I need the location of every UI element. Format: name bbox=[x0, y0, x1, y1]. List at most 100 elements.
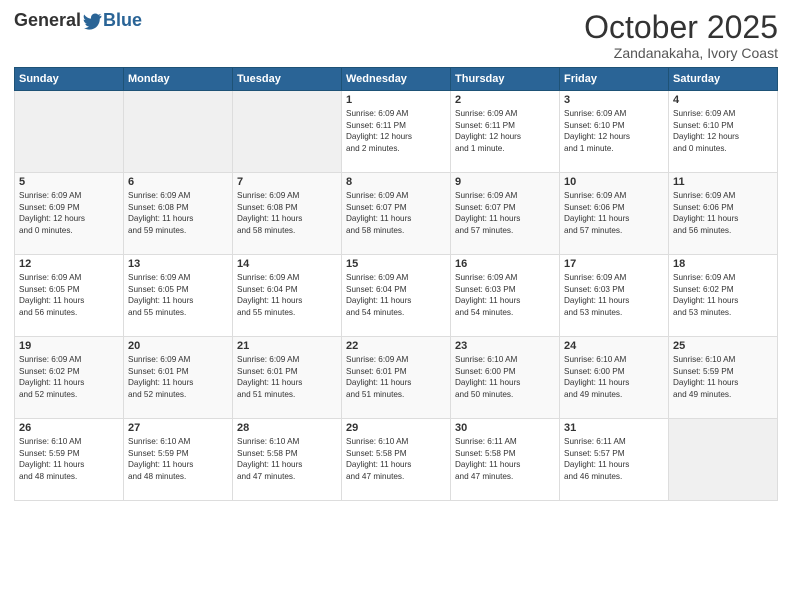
day-number: 18 bbox=[673, 258, 773, 270]
day-info: Sunrise: 6:09 AM Sunset: 6:05 PM Dayligh… bbox=[128, 272, 228, 318]
day-info: Sunrise: 6:09 AM Sunset: 6:09 PM Dayligh… bbox=[19, 190, 119, 236]
calendar-cell: 31Sunrise: 6:11 AM Sunset: 5:57 PM Dayli… bbox=[560, 419, 669, 501]
calendar-cell: 26 Sunrise: 6:10 AM Sunset: 5:59 PM Dayli… bbox=[15, 419, 124, 501]
logo-blue: Blue bbox=[103, 10, 142, 31]
calendar-week-row: 12 Sunrise: 6:09 AM Sunset: 6:05 PM Dayli… bbox=[15, 255, 778, 337]
day-info: Sunrise: 6:09 AM Sunset: 6:01 PM Dayligh… bbox=[237, 354, 337, 400]
logo-general: General bbox=[14, 10, 81, 31]
day-number: 1 bbox=[346, 94, 446, 106]
calendar-week-row: 5Sunrise: 6:09 AM Sunset: 6:09 PM Daylig… bbox=[15, 173, 778, 255]
day-number: 6 bbox=[128, 176, 228, 188]
day-number: 11 bbox=[673, 176, 773, 188]
weekday-header: Thursday bbox=[451, 68, 560, 91]
logo: General Blue bbox=[14, 10, 142, 31]
day-info: Sunrise: 6:09 AM Sunset: 6:11 PM Dayligh… bbox=[455, 108, 555, 154]
day-info: Sunrise: 6:09 AM Sunset: 6:04 PM Dayligh… bbox=[237, 272, 337, 318]
day-info: Sunrise: 6:09 AM Sunset: 6:01 PM Dayligh… bbox=[128, 354, 228, 400]
calendar-cell: 2 Sunrise: 6:09 AM Sunset: 6:11 PM Daylig… bbox=[451, 91, 560, 173]
calendar-cell bbox=[233, 91, 342, 173]
day-number: 4 bbox=[673, 94, 773, 106]
day-info: Sunrise: 6:11 AM Sunset: 5:57 PM Dayligh… bbox=[564, 436, 664, 482]
day-info: Sunrise: 6:09 AM Sunset: 6:03 PM Dayligh… bbox=[455, 272, 555, 318]
calendar-week-row: 19 Sunrise: 6:09 AM Sunset: 6:02 PM Dayli… bbox=[15, 337, 778, 419]
day-number: 21 bbox=[237, 340, 337, 352]
weekday-header: Friday bbox=[560, 68, 669, 91]
day-info: Sunrise: 6:10 AM Sunset: 5:58 PM Dayligh… bbox=[346, 436, 446, 482]
weekday-header: Saturday bbox=[669, 68, 778, 91]
calendar-cell: 21 Sunrise: 6:09 AM Sunset: 6:01 PM Dayli… bbox=[233, 337, 342, 419]
calendar-cell: 7 Sunrise: 6:09 AM Sunset: 6:08 PM Daylig… bbox=[233, 173, 342, 255]
calendar-cell: 14 Sunrise: 6:09 AM Sunset: 6:04 PM Dayli… bbox=[233, 255, 342, 337]
calendar-cell: 23 Sunrise: 6:10 AM Sunset: 6:00 PM Dayli… bbox=[451, 337, 560, 419]
calendar-cell: 10 Sunrise: 6:09 AM Sunset: 6:06 PM Dayli… bbox=[560, 173, 669, 255]
calendar-cell: 12 Sunrise: 6:09 AM Sunset: 6:05 PM Dayli… bbox=[15, 255, 124, 337]
calendar-cell: 17Sunrise: 6:09 AM Sunset: 6:03 PM Dayli… bbox=[560, 255, 669, 337]
day-info: Sunrise: 6:09 AM Sunset: 6:07 PM Dayligh… bbox=[455, 190, 555, 236]
logo-bird-icon bbox=[83, 11, 103, 31]
day-number: 10 bbox=[564, 176, 664, 188]
weekday-header: Tuesday bbox=[233, 68, 342, 91]
page-header: General Blue October 2025 Zandanakaha, I… bbox=[14, 10, 778, 61]
day-number: 9 bbox=[455, 176, 555, 188]
calendar-cell: 29 Sunrise: 6:10 AM Sunset: 5:58 PM Dayli… bbox=[342, 419, 451, 501]
calendar-cell: 11Sunrise: 6:09 AM Sunset: 6:06 PM Dayli… bbox=[669, 173, 778, 255]
calendar-cell: 28 Sunrise: 6:10 AM Sunset: 5:58 PM Dayli… bbox=[233, 419, 342, 501]
calendar-cell: 15Sunrise: 6:09 AM Sunset: 6:04 PM Dayli… bbox=[342, 255, 451, 337]
day-number: 28 bbox=[237, 422, 337, 434]
day-number: 2 bbox=[455, 94, 555, 106]
day-info: Sunrise: 6:10 AM Sunset: 5:59 PM Dayligh… bbox=[19, 436, 119, 482]
day-info: Sunrise: 6:10 AM Sunset: 6:00 PM Dayligh… bbox=[564, 354, 664, 400]
calendar-cell: 25 Sunrise: 6:10 AM Sunset: 5:59 PM Dayli… bbox=[669, 337, 778, 419]
weekday-header: Wednesday bbox=[342, 68, 451, 91]
day-number: 30 bbox=[455, 422, 555, 434]
day-info: Sunrise: 6:10 AM Sunset: 5:59 PM Dayligh… bbox=[128, 436, 228, 482]
day-number: 15 bbox=[346, 258, 446, 270]
calendar-cell: 27 Sunrise: 6:10 AM Sunset: 5:59 PM Dayli… bbox=[124, 419, 233, 501]
day-info: Sunrise: 6:09 AM Sunset: 6:08 PM Dayligh… bbox=[128, 190, 228, 236]
calendar-cell bbox=[124, 91, 233, 173]
calendar-cell: 6 Sunrise: 6:09 AM Sunset: 6:08 PM Daylig… bbox=[124, 173, 233, 255]
calendar-cell: 24 Sunrise: 6:10 AM Sunset: 6:00 PM Dayli… bbox=[560, 337, 669, 419]
calendar-table: SundayMondayTuesdayWednesdayThursdayFrid… bbox=[14, 67, 778, 501]
day-number: 27 bbox=[128, 422, 228, 434]
day-info: Sunrise: 6:09 AM Sunset: 6:07 PM Dayligh… bbox=[346, 190, 446, 236]
day-info: Sunrise: 6:09 AM Sunset: 6:08 PM Dayligh… bbox=[237, 190, 337, 236]
location: Zandanakaha, Ivory Coast bbox=[584, 45, 778, 61]
day-info: Sunrise: 6:10 AM Sunset: 5:58 PM Dayligh… bbox=[237, 436, 337, 482]
calendar-cell: 9 Sunrise: 6:09 AM Sunset: 6:07 PM Daylig… bbox=[451, 173, 560, 255]
weekday-header: Monday bbox=[124, 68, 233, 91]
title-block: October 2025 Zandanakaha, Ivory Coast bbox=[584, 10, 778, 61]
calendar-cell: 20 Sunrise: 6:09 AM Sunset: 6:01 PM Dayli… bbox=[124, 337, 233, 419]
day-number: 25 bbox=[673, 340, 773, 352]
calendar-cell bbox=[15, 91, 124, 173]
day-info: Sunrise: 6:10 AM Sunset: 5:59 PM Dayligh… bbox=[673, 354, 773, 400]
day-number: 7 bbox=[237, 176, 337, 188]
calendar-cell: 3Sunrise: 6:09 AM Sunset: 6:10 PM Daylig… bbox=[560, 91, 669, 173]
calendar-cell: 16 Sunrise: 6:09 AM Sunset: 6:03 PM Dayli… bbox=[451, 255, 560, 337]
calendar-header-row: SundayMondayTuesdayWednesdayThursdayFrid… bbox=[15, 68, 778, 91]
calendar-cell: 19 Sunrise: 6:09 AM Sunset: 6:02 PM Dayli… bbox=[15, 337, 124, 419]
day-number: 20 bbox=[128, 340, 228, 352]
day-number: 23 bbox=[455, 340, 555, 352]
day-number: 19 bbox=[19, 340, 119, 352]
day-info: Sunrise: 6:09 AM Sunset: 6:11 PM Dayligh… bbox=[346, 108, 446, 154]
calendar-cell: 13Sunrise: 6:09 AM Sunset: 6:05 PM Dayli… bbox=[124, 255, 233, 337]
day-number: 14 bbox=[237, 258, 337, 270]
day-number: 26 bbox=[19, 422, 119, 434]
day-info: Sunrise: 6:10 AM Sunset: 6:00 PM Dayligh… bbox=[455, 354, 555, 400]
day-number: 29 bbox=[346, 422, 446, 434]
day-info: Sunrise: 6:09 AM Sunset: 6:10 PM Dayligh… bbox=[564, 108, 664, 154]
calendar-cell: 4Sunrise: 6:09 AM Sunset: 6:10 PM Daylig… bbox=[669, 91, 778, 173]
day-info: Sunrise: 6:09 AM Sunset: 6:05 PM Dayligh… bbox=[19, 272, 119, 318]
day-info: Sunrise: 6:09 AM Sunset: 6:06 PM Dayligh… bbox=[564, 190, 664, 236]
calendar-week-row: 26 Sunrise: 6:10 AM Sunset: 5:59 PM Dayli… bbox=[15, 419, 778, 501]
day-info: Sunrise: 6:09 AM Sunset: 6:03 PM Dayligh… bbox=[564, 272, 664, 318]
day-number: 12 bbox=[19, 258, 119, 270]
weekday-header: Sunday bbox=[15, 68, 124, 91]
calendar-cell bbox=[669, 419, 778, 501]
day-info: Sunrise: 6:09 AM Sunset: 6:02 PM Dayligh… bbox=[19, 354, 119, 400]
calendar-cell: 30Sunrise: 6:11 AM Sunset: 5:58 PM Dayli… bbox=[451, 419, 560, 501]
day-number: 24 bbox=[564, 340, 664, 352]
calendar-cell: 8Sunrise: 6:09 AM Sunset: 6:07 PM Daylig… bbox=[342, 173, 451, 255]
day-number: 16 bbox=[455, 258, 555, 270]
